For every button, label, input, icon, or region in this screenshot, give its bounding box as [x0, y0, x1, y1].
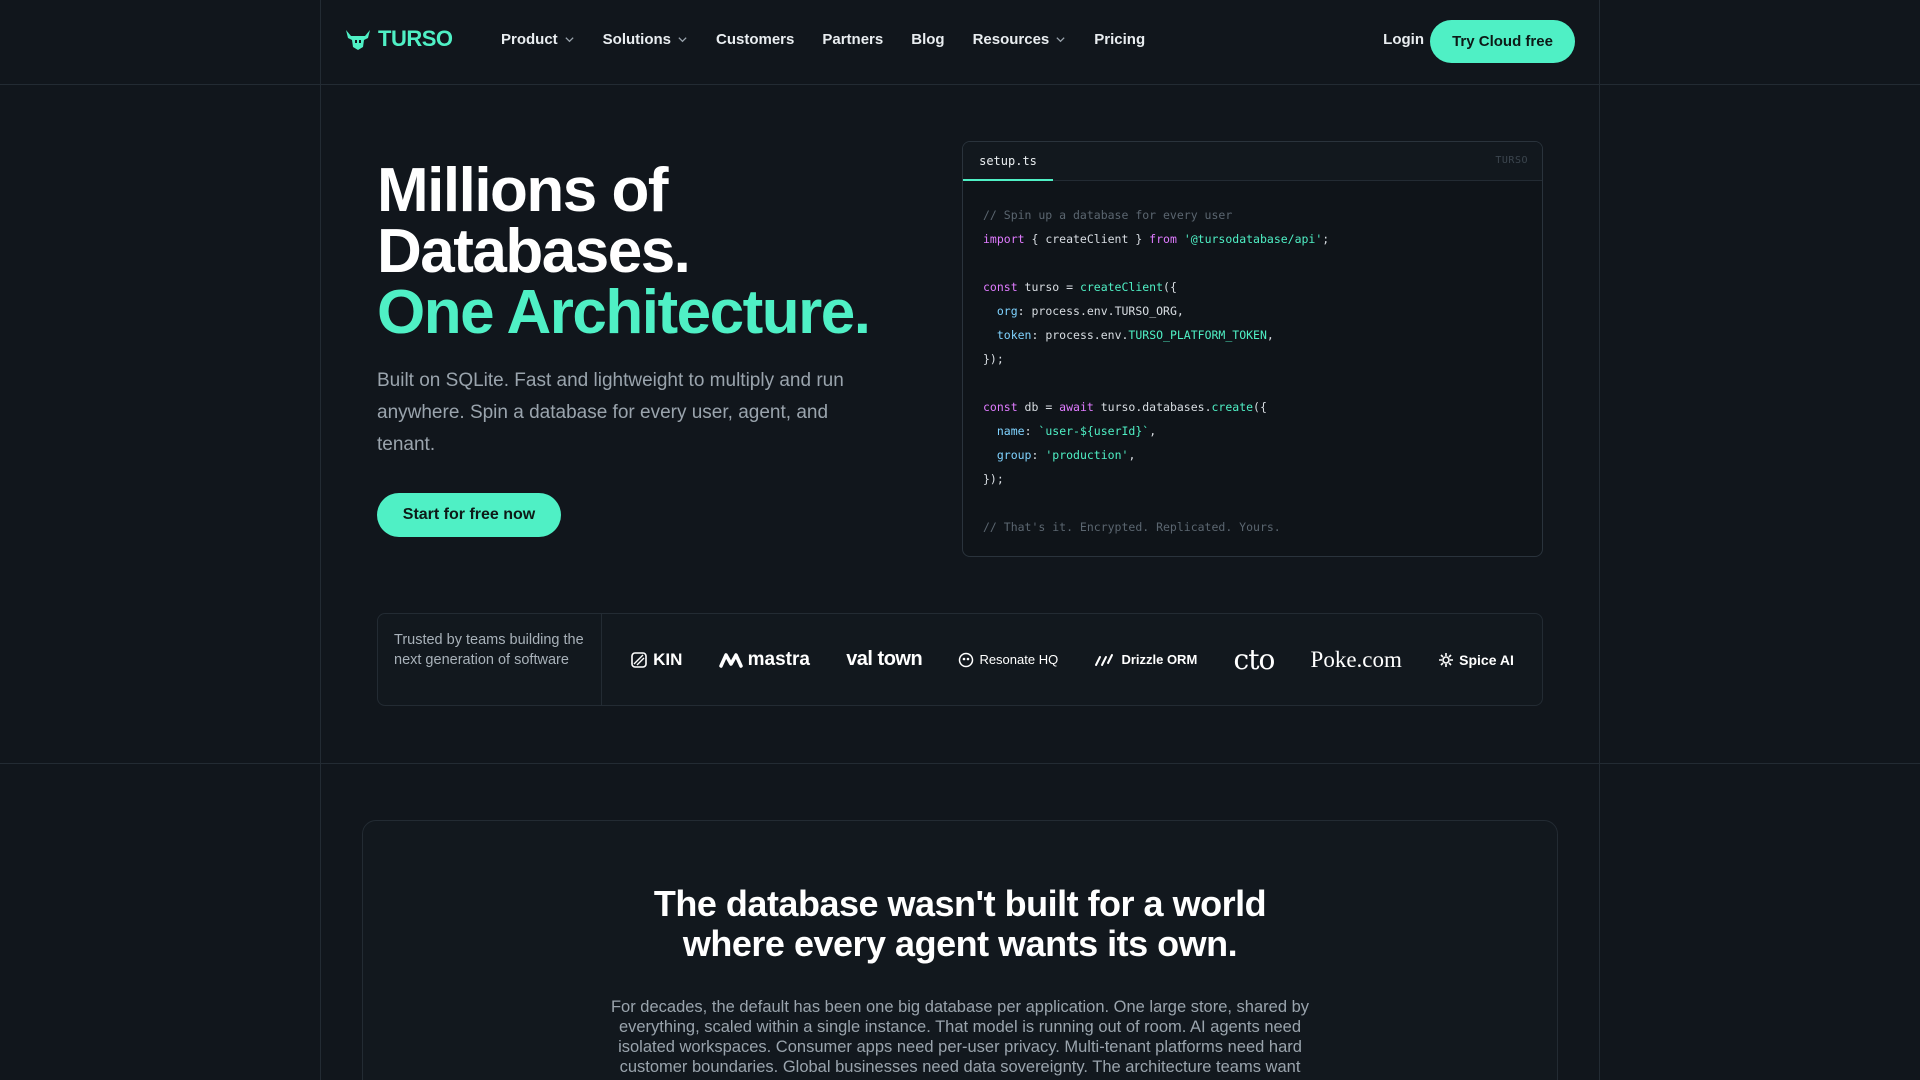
nav-solutions-label: Solutions	[602, 31, 671, 48]
logo-resonate-text: Resonate HQ	[979, 652, 1059, 667]
nav-blog-label: Blog	[911, 31, 945, 48]
logo-poke-text: Poke.com	[1310, 646, 1402, 672]
logo-drizzle-text: Drizzle ORM	[1121, 652, 1198, 667]
logo-kin-text: KIN	[653, 649, 683, 669]
trusted-by-text: Trusted by teams building the next gener…	[378, 614, 602, 705]
code-text: db =	[1017, 400, 1060, 414]
logo-mastra-text: mastra	[747, 648, 810, 670]
section-title-line1: The database wasn't built for a world	[653, 883, 1267, 924]
nav-customers-label: Customers	[716, 31, 795, 48]
logo-drizzle-orm: Drizzle ORM	[1094, 652, 1197, 667]
chevron-down-icon	[565, 37, 574, 43]
problem-section-body: For decades, the default has been one bi…	[610, 998, 1310, 1076]
code-text: ({	[1163, 280, 1177, 294]
nav-links: Product Solutions Customers Partners Blo…	[501, 31, 1145, 48]
logo-val-town: val town	[846, 648, 923, 671]
code-keyword: from	[1149, 232, 1177, 246]
code-keyword: const	[983, 280, 1018, 294]
nav-resources-label: Resources	[972, 31, 1050, 48]
code-keyword: await	[1059, 400, 1094, 414]
logo-kin: KIN	[630, 650, 682, 670]
top-nav: TURSO Product Solutions Customers Partne…	[320, 0, 1600, 84]
section-title-line2: where every agent wants its own.	[682, 923, 1238, 964]
mastra-icon	[718, 652, 743, 668]
code-string: 'production'	[1045, 448, 1129, 462]
logo-resonate-hq: Resonate HQ	[958, 652, 1058, 668]
code-function: createClient	[1079, 280, 1164, 294]
code-property: token	[996, 328, 1032, 342]
code-property: org	[996, 304, 1018, 318]
code-function: create	[1211, 400, 1254, 414]
code-tab-setup[interactable]: setup.ts	[963, 142, 1053, 181]
code-panel-brand: TURSO	[1495, 155, 1528, 166]
code-keyword: const	[983, 400, 1018, 414]
code-panel: setup.ts TURSO // Spin up a database for…	[962, 141, 1543, 557]
logo-cto: cto	[1233, 643, 1276, 676]
drizzle-icon	[1095, 653, 1114, 666]
code-text: ,	[1128, 448, 1136, 462]
logo-poke: Poke.com	[1311, 647, 1402, 673]
chevron-down-icon	[678, 37, 687, 43]
code-text: });	[983, 352, 1004, 366]
hero-title-line2: Databases.	[377, 217, 691, 286]
nav-product-label: Product	[501, 31, 558, 48]
logo-spice-text: Spice AI	[1459, 651, 1514, 668]
turso-bull-icon	[346, 30, 370, 50]
spice-icon	[1439, 652, 1454, 667]
code-property: group	[996, 448, 1032, 462]
nav-resources[interactable]: Resources	[973, 31, 1067, 48]
code-text: });	[983, 472, 1004, 486]
hero-title-line3: One Architecture.	[377, 278, 871, 347]
login-link[interactable]: Login	[1383, 31, 1424, 48]
code-env: TURSO_PLATFORM_TOKEN	[1128, 328, 1267, 342]
customer-logos: KIN mastra val town Resonate HQ Drizzle …	[602, 614, 1542, 705]
nav-product[interactable]: Product	[501, 31, 575, 48]
code-comment: // That's it. Encrypted. Replicated. You…	[983, 520, 1281, 534]
kin-icon	[631, 651, 647, 668]
hero-subtitle: Built on SQLite. Fast and lightweight to…	[377, 370, 844, 455]
nav-divider	[0, 84, 1920, 85]
logo-val-town-text: val town	[846, 648, 923, 670]
nav-customers[interactable]: Customers	[716, 31, 794, 48]
nav-blog[interactable]: Blog	[911, 31, 944, 48]
try-cloud-free-button[interactable]: Try Cloud free	[1430, 20, 1575, 63]
logo-text: TURSO	[378, 26, 453, 51]
hero-title-line1: Millions of	[377, 156, 669, 225]
chevron-down-icon	[1056, 37, 1065, 43]
logo-cto-text: cto	[1233, 643, 1276, 676]
code-text: :	[1031, 448, 1046, 462]
problem-section-title: The database wasn't built for a world wh…	[362, 884, 1558, 964]
nav-partners-label: Partners	[822, 31, 884, 48]
grid-line-right	[1599, 0, 1600, 1080]
nav-pricing-label: Pricing	[1094, 31, 1146, 48]
grid-line-left	[320, 0, 321, 1080]
resonate-icon	[959, 652, 974, 667]
code-text: { createClient }	[1024, 232, 1150, 246]
code-string: '@tursodatabase/api'	[1183, 232, 1323, 246]
code-text: ({	[1253, 400, 1267, 414]
nav-partners[interactable]: Partners	[822, 31, 883, 48]
code-text: turso =	[1017, 280, 1080, 294]
nav-solutions[interactable]: Solutions	[603, 31, 688, 48]
code-text: : process.env.TURSO_ORG,	[1017, 304, 1184, 318]
code-keyword: import	[983, 232, 1025, 246]
hero-title: Millions of Databases. One Architecture.	[377, 156, 871, 347]
code-string: `user-${userId}`	[1038, 424, 1150, 438]
code-text: ,	[1149, 424, 1157, 438]
turso-logo[interactable]: TURSO	[344, 26, 453, 52]
trusted-by-bar: Trusted by teams building the next gener…	[377, 613, 1543, 706]
start-for-free-button[interactable]: Start for free now	[377, 493, 561, 537]
code-panel-header: setup.ts TURSO	[963, 142, 1542, 181]
code-text: turso.databases.	[1093, 400, 1212, 414]
nav-pricing[interactable]: Pricing	[1094, 31, 1145, 48]
logo-spice-ai: Spice AI	[1438, 652, 1514, 668]
logo-mastra: mastra	[718, 648, 810, 671]
code-body: // Spin up a database for every user imp…	[983, 208, 1330, 534]
code-text: ,	[1266, 328, 1274, 342]
code-text: : process.env.	[1031, 328, 1129, 342]
code-comment: // Spin up a database for every user	[983, 208, 1233, 222]
code-property: name	[996, 424, 1025, 438]
section-divider	[0, 763, 1920, 764]
code-text: :	[1024, 424, 1039, 438]
